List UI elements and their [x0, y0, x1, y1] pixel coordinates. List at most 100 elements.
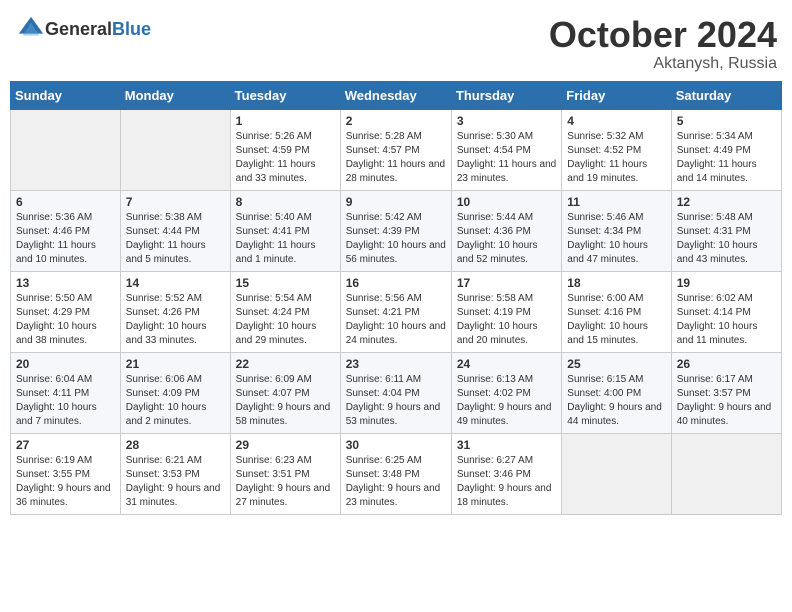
weekday-header: Saturday: [671, 81, 781, 109]
day-info: Sunrise: 6:17 AMSunset: 3:57 PMDaylight:…: [677, 374, 772, 427]
calendar-day-cell: 26 Sunrise: 6:17 AMSunset: 3:57 PMDayligh…: [671, 352, 781, 433]
day-number: 29: [236, 438, 335, 452]
day-number: 18: [567, 276, 665, 290]
day-info: Sunrise: 6:23 AMSunset: 3:51 PMDaylight:…: [236, 455, 331, 508]
calendar-day-cell: 28 Sunrise: 6:21 AMSunset: 3:53 PMDayligh…: [120, 433, 230, 514]
day-info: Sunrise: 5:58 AMSunset: 4:19 PMDaylight:…: [457, 293, 538, 346]
day-info: Sunrise: 5:34 AMSunset: 4:49 PMDaylight:…: [677, 131, 757, 184]
weekday-header-row: SundayMondayTuesdayWednesdayThursdayFrid…: [11, 81, 782, 109]
day-number: 31: [457, 438, 556, 452]
day-info: Sunrise: 6:13 AMSunset: 4:02 PMDaylight:…: [457, 374, 552, 427]
day-info: Sunrise: 5:40 AMSunset: 4:41 PMDaylight:…: [236, 212, 316, 265]
day-info: Sunrise: 5:32 AMSunset: 4:52 PMDaylight:…: [567, 131, 647, 184]
day-number: 11: [567, 195, 665, 209]
logo-icon: [17, 15, 45, 43]
day-number: 23: [346, 357, 446, 371]
calendar-day-cell: [11, 109, 121, 190]
day-info: Sunrise: 6:25 AMSunset: 3:48 PMDaylight:…: [346, 455, 441, 508]
day-info: Sunrise: 6:19 AMSunset: 3:55 PMDaylight:…: [16, 455, 111, 508]
day-info: Sunrise: 5:44 AMSunset: 4:36 PMDaylight:…: [457, 212, 538, 265]
day-info: Sunrise: 6:06 AMSunset: 4:09 PMDaylight:…: [126, 374, 207, 427]
calendar-day-cell: [671, 433, 781, 514]
day-info: Sunrise: 5:42 AMSunset: 4:39 PMDaylight:…: [346, 212, 446, 265]
calendar-week-row: 6 Sunrise: 5:36 AMSunset: 4:46 PMDaylight…: [11, 190, 782, 271]
calendar-day-cell: 15 Sunrise: 5:54 AMSunset: 4:24 PMDayligh…: [230, 271, 340, 352]
calendar-day-cell: 7 Sunrise: 5:38 AMSunset: 4:44 PMDaylight…: [120, 190, 230, 271]
day-number: 17: [457, 276, 556, 290]
day-number: 3: [457, 114, 556, 128]
calendar-day-cell: 21 Sunrise: 6:06 AMSunset: 4:09 PMDayligh…: [120, 352, 230, 433]
calendar-day-cell: 8Sunrise: 5:40 AMSunset: 4:41 PMDaylight…: [230, 190, 340, 271]
logo-text-blue: Blue: [112, 19, 151, 39]
calendar-day-cell: 2 Sunrise: 5:28 AMSunset: 4:57 PMDaylight…: [340, 109, 451, 190]
day-number: 7: [126, 195, 225, 209]
day-info: Sunrise: 5:36 AMSunset: 4:46 PMDaylight:…: [16, 212, 96, 265]
day-info: Sunrise: 6:27 AMSunset: 3:46 PMDaylight:…: [457, 455, 552, 508]
calendar-day-cell: 29 Sunrise: 6:23 AMSunset: 3:51 PMDayligh…: [230, 433, 340, 514]
weekday-header: Monday: [120, 81, 230, 109]
day-number: 4: [567, 114, 665, 128]
day-info: Sunrise: 5:30 AMSunset: 4:54 PMDaylight:…: [457, 131, 556, 184]
calendar-day-cell: 5 Sunrise: 5:34 AMSunset: 4:49 PMDaylight…: [671, 109, 781, 190]
day-number: 15: [236, 276, 335, 290]
day-number: 25: [567, 357, 665, 371]
calendar-day-cell: 23Sunrise: 6:11 AMSunset: 4:04 PMDayligh…: [340, 352, 451, 433]
day-number: 2: [346, 114, 446, 128]
day-info: Sunrise: 6:15 AMSunset: 4:00 PMDaylight:…: [567, 374, 662, 427]
day-info: Sunrise: 5:52 AMSunset: 4:26 PMDaylight:…: [126, 293, 207, 346]
calendar-week-row: 27 Sunrise: 6:19 AMSunset: 3:55 PMDayligh…: [11, 433, 782, 514]
calendar-day-cell: 12 Sunrise: 5:48 AMSunset: 4:31 PMDayligh…: [671, 190, 781, 271]
day-number: 27: [16, 438, 115, 452]
weekday-header: Wednesday: [340, 81, 451, 109]
day-info: Sunrise: 5:56 AMSunset: 4:21 PMDaylight:…: [346, 293, 446, 346]
logo-text-general: General: [45, 19, 112, 39]
calendar-day-cell: 1 Sunrise: 5:26 AMSunset: 4:59 PMDaylight…: [230, 109, 340, 190]
day-info: Sunrise: 5:26 AMSunset: 4:59 PMDaylight:…: [236, 131, 316, 184]
day-info: Sunrise: 5:48 AMSunset: 4:31 PMDaylight:…: [677, 212, 758, 265]
title-block: October 2024 Aktanysh, Russia: [549, 15, 777, 73]
day-number: 1: [236, 114, 335, 128]
calendar-day-cell: 9Sunrise: 5:42 AMSunset: 4:39 PMDaylight…: [340, 190, 451, 271]
day-info: Sunrise: 5:54 AMSunset: 4:24 PMDaylight:…: [236, 293, 317, 346]
calendar-day-cell: 22 Sunrise: 6:09 AMSunset: 4:07 PMDayligh…: [230, 352, 340, 433]
day-number: 22: [236, 357, 335, 371]
calendar-day-cell: 25 Sunrise: 6:15 AMSunset: 4:00 PMDayligh…: [562, 352, 671, 433]
day-info: Sunrise: 6:02 AMSunset: 4:14 PMDaylight:…: [677, 293, 758, 346]
day-number: 10: [457, 195, 556, 209]
day-info: Sunrise: 5:50 AMSunset: 4:29 PMDaylight:…: [16, 293, 97, 346]
day-info: Sunrise: 5:38 AMSunset: 4:44 PMDaylight:…: [126, 212, 206, 265]
day-number: 19: [677, 276, 776, 290]
day-number: 5: [677, 114, 776, 128]
calendar-day-cell: [562, 433, 671, 514]
day-info: Sunrise: 5:46 AMSunset: 4:34 PMDaylight:…: [567, 212, 648, 265]
day-info: Sunrise: 6:00 AMSunset: 4:16 PMDaylight:…: [567, 293, 648, 346]
day-number: 30: [346, 438, 446, 452]
calendar-day-cell: [120, 109, 230, 190]
weekday-header: Thursday: [451, 81, 561, 109]
calendar-week-row: 1 Sunrise: 5:26 AMSunset: 4:59 PMDaylight…: [11, 109, 782, 190]
day-info: Sunrise: 6:09 AMSunset: 4:07 PMDaylight:…: [236, 374, 331, 427]
calendar-day-cell: 14 Sunrise: 5:52 AMSunset: 4:26 PMDayligh…: [120, 271, 230, 352]
day-number: 6: [16, 195, 115, 209]
day-number: 14: [126, 276, 225, 290]
calendar-table: SundayMondayTuesdayWednesdayThursdayFrid…: [10, 81, 782, 515]
calendar-day-cell: 19 Sunrise: 6:02 AMSunset: 4:14 PMDayligh…: [671, 271, 781, 352]
calendar-day-cell: 6 Sunrise: 5:36 AMSunset: 4:46 PMDaylight…: [11, 190, 121, 271]
calendar-week-row: 20Sunrise: 6:04 AMSunset: 4:11 PMDayligh…: [11, 352, 782, 433]
day-number: 21: [126, 357, 225, 371]
location-title: Aktanysh, Russia: [549, 55, 777, 73]
calendar-day-cell: 27 Sunrise: 6:19 AMSunset: 3:55 PMDayligh…: [11, 433, 121, 514]
calendar-day-cell: 4 Sunrise: 5:32 AMSunset: 4:52 PMDaylight…: [562, 109, 671, 190]
calendar-day-cell: 18 Sunrise: 6:00 AMSunset: 4:16 PMDayligh…: [562, 271, 671, 352]
day-info: Sunrise: 6:21 AMSunset: 3:53 PMDaylight:…: [126, 455, 221, 508]
day-number: 26: [677, 357, 776, 371]
day-number: 28: [126, 438, 225, 452]
day-number: 16: [346, 276, 446, 290]
day-info: Sunrise: 5:28 AMSunset: 4:57 PMDaylight:…: [346, 131, 445, 184]
calendar-day-cell: 10 Sunrise: 5:44 AMSunset: 4:36 PMDayligh…: [451, 190, 561, 271]
day-number: 24: [457, 357, 556, 371]
day-number: 12: [677, 195, 776, 209]
calendar-day-cell: 13Sunrise: 5:50 AMSunset: 4:29 PMDayligh…: [11, 271, 121, 352]
calendar-day-cell: 24 Sunrise: 6:13 AMSunset: 4:02 PMDayligh…: [451, 352, 561, 433]
weekday-header: Tuesday: [230, 81, 340, 109]
